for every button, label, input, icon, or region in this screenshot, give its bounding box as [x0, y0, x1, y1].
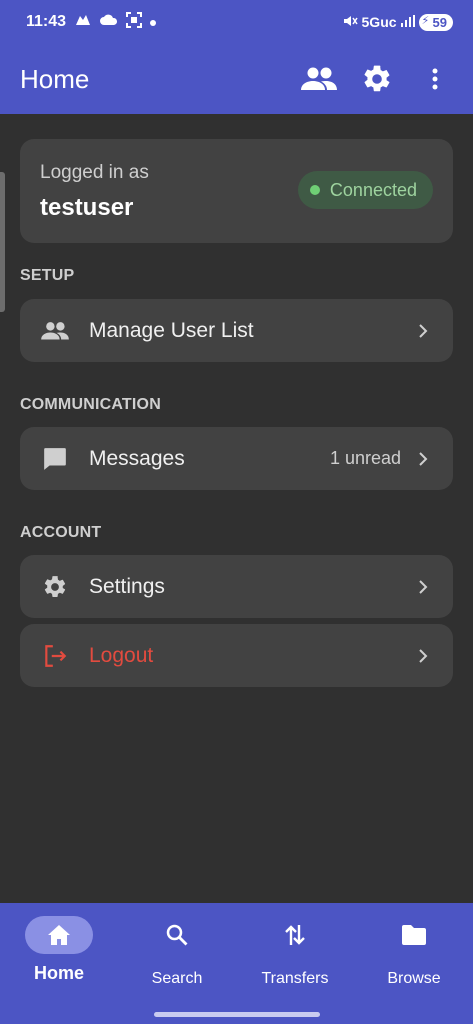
manage-user-list-label: Manage User List — [89, 318, 254, 342]
nav-browse[interactable]: Browse — [355, 903, 473, 1003]
network-label: 5Guc — [361, 14, 397, 30]
nav-transfers[interactable]: Transfers — [236, 903, 354, 1003]
transfer-arrows-icon — [261, 916, 329, 954]
dot-icon — [150, 13, 157, 31]
connection-status-badge: Connected — [297, 171, 433, 209]
section-title-account: ACCOUNT — [20, 524, 102, 541]
mute-icon — [342, 13, 358, 32]
chevron-right-icon — [415, 579, 431, 595]
page-title: Home — [20, 63, 90, 94]
notification-icon — [74, 13, 92, 32]
settings-label: Settings — [89, 574, 165, 598]
logout-item[interactable]: Logout — [20, 624, 453, 687]
messages-item[interactable]: Messages 1 unread — [20, 427, 453, 490]
scroll-indicator[interactable] — [0, 172, 5, 312]
screenshot-icon — [126, 11, 143, 33]
connection-status-text: Connected — [329, 179, 417, 200]
unread-count: 1 unread — [329, 448, 401, 468]
nav-browse-label: Browse — [387, 970, 441, 987]
app-bar: Home — [0, 44, 473, 114]
app-bar-actions — [301, 61, 453, 97]
people-icon[interactable] — [301, 61, 337, 97]
login-status-card: Logged in as testuser Connected — [20, 139, 453, 243]
message-icon — [40, 444, 70, 474]
battery-indicator: 59 — [418, 13, 453, 31]
people-icon — [40, 316, 70, 346]
status-left: 11:43 — [26, 11, 157, 33]
search-icon — [143, 916, 211, 954]
status-time: 11:43 — [26, 13, 67, 30]
section-title-setup: SETUP — [20, 267, 75, 284]
gear-icon[interactable] — [359, 61, 395, 97]
settings-item[interactable]: Settings — [20, 555, 453, 618]
logged-in-label: Logged in as — [40, 162, 149, 183]
nav-transfers-label: Transfers — [261, 970, 329, 987]
messages-label: Messages — [89, 446, 185, 470]
chevron-right-icon — [415, 451, 431, 467]
cloud-icon — [100, 13, 118, 31]
home-icon — [25, 916, 93, 954]
chevron-right-icon — [415, 648, 431, 664]
nav-home[interactable]: Home — [0, 903, 118, 1003]
gear-icon — [40, 572, 70, 602]
section-title-communication: COMMUNICATION — [20, 396, 161, 413]
nav-home-label: Home — [33, 963, 84, 983]
status-right: 5Guc 59 — [342, 13, 453, 32]
logout-label: Logout — [89, 643, 154, 667]
folder-icon — [380, 916, 448, 954]
logout-icon — [40, 641, 70, 671]
status-dot-icon — [309, 185, 320, 195]
status-bar: 11:43 5Guc 59 — [0, 0, 473, 44]
gesture-handle[interactable] — [154, 1012, 320, 1017]
nav-search[interactable]: Search — [118, 903, 236, 1003]
chevron-right-icon — [415, 323, 431, 339]
signal-icon — [400, 14, 415, 30]
username: testuser — [40, 194, 134, 221]
manage-user-list-item[interactable]: Manage User List — [20, 299, 453, 362]
bottom-navigation: Home Search Transfers Browse — [0, 903, 473, 1024]
nav-search-label: Search — [151, 970, 203, 987]
more-vert-icon[interactable] — [417, 61, 453, 97]
